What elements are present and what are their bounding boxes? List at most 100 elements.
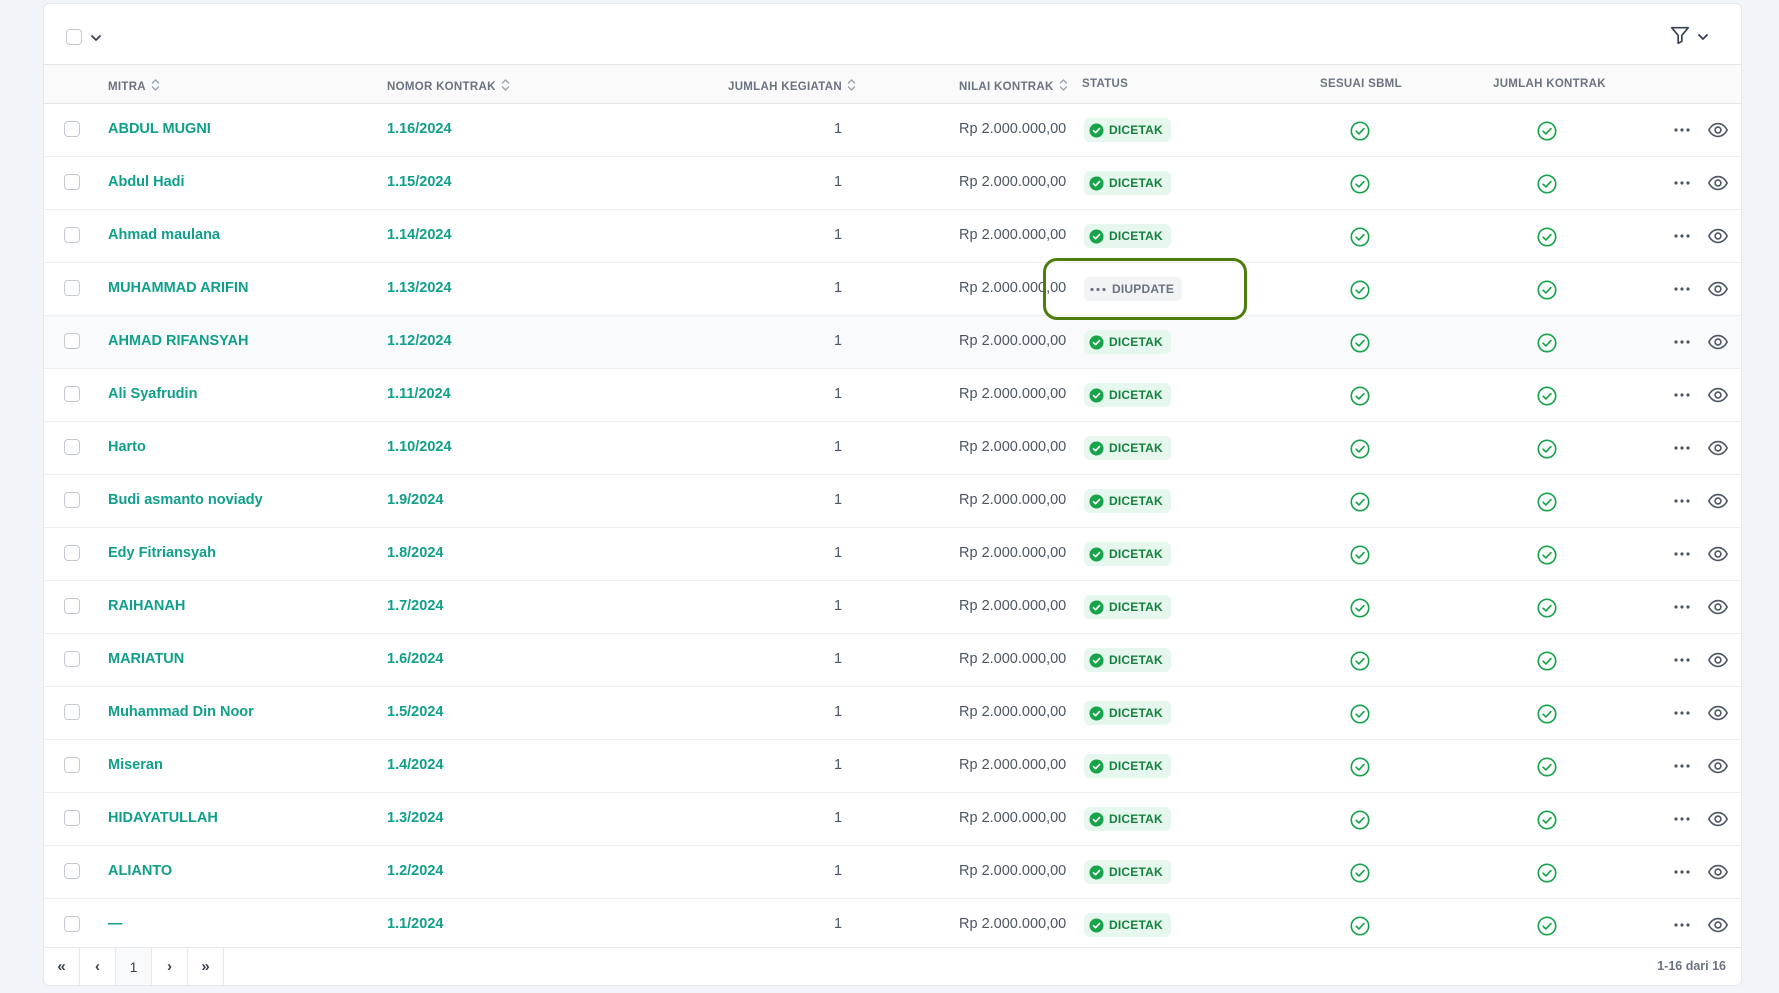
nomor-kontrak-link[interactable]: 1.7/2024	[387, 598, 443, 614]
row-checkbox[interactable]	[64, 227, 80, 243]
more-horizontal-icon[interactable]	[1673, 545, 1691, 567]
mitra-link[interactable]: HIDAYATULLAH	[108, 810, 218, 826]
table-row[interactable]: Miseran 1.4/2024 1 Rp 2.000.000,00 DICETAK	[44, 740, 1741, 793]
mitra-link[interactable]: Edy Fitriansyah	[108, 545, 216, 561]
table-row[interactable]: Budi asmanto noviady 1.9/2024 1 Rp 2.000.00…	[44, 475, 1741, 528]
more-horizontal-icon[interactable]	[1673, 598, 1691, 620]
more-horizontal-icon[interactable]	[1673, 492, 1691, 514]
nomor-kontrak-link[interactable]: 1.1/2024	[387, 916, 443, 932]
more-horizontal-icon[interactable]	[1673, 121, 1691, 143]
more-horizontal-icon[interactable]	[1673, 863, 1691, 885]
mitra-link[interactable]: Ali Syafrudin	[108, 386, 197, 402]
more-horizontal-icon[interactable]	[1673, 174, 1691, 196]
table-row[interactable]: Ahmad maulana 1.14/2024 1 Rp 2.000.000,00 DI…	[44, 210, 1741, 263]
mitra-link[interactable]: ABDUL MUGNI	[108, 121, 211, 137]
nomor-kontrak-link[interactable]: 1.4/2024	[387, 757, 443, 773]
row-checkbox[interactable]	[64, 704, 80, 720]
row-checkbox[interactable]	[64, 545, 80, 561]
row-checkbox[interactable]	[64, 280, 80, 296]
table-row[interactable]: Ali Syafrudin 1.11/2024 1 Rp 2.000.000,00 DI…	[44, 369, 1741, 422]
nomor-kontrak-link[interactable]: 1.13/2024	[387, 280, 452, 296]
eye-icon[interactable]	[1707, 278, 1729, 304]
row-checkbox[interactable]	[64, 174, 80, 190]
eye-icon[interactable]	[1707, 331, 1729, 357]
nomor-kontrak-link[interactable]: 1.12/2024	[387, 333, 452, 349]
eye-icon[interactable]	[1707, 437, 1729, 463]
eye-icon[interactable]	[1707, 861, 1729, 887]
row-checkbox[interactable]	[64, 492, 80, 508]
nomor-kontrak-link[interactable]: 1.5/2024	[387, 704, 443, 720]
column-header-nomor-kontrak[interactable]: NOMOR KONTRAK	[387, 78, 510, 95]
more-horizontal-icon[interactable]	[1673, 227, 1691, 249]
page-number-button[interactable]: 1	[116, 948, 152, 985]
mitra-link[interactable]: —	[108, 916, 123, 932]
eye-icon[interactable]	[1707, 808, 1729, 834]
eye-icon[interactable]	[1707, 755, 1729, 781]
row-checkbox[interactable]	[64, 386, 80, 402]
column-header-nilai-kontrak[interactable]: NILAI KONTRAK	[959, 78, 1068, 95]
nomor-kontrak-link[interactable]: 1.3/2024	[387, 810, 443, 826]
row-checkbox[interactable]	[64, 439, 80, 455]
next-page-button[interactable]: ›	[152, 948, 188, 985]
eye-icon[interactable]	[1707, 649, 1729, 675]
table-row[interactable]: MUHAMMAD ARIFIN 1.13/2024 1 Rp 2.000.000,00…	[44, 263, 1741, 316]
nomor-kontrak-link[interactable]: 1.2/2024	[387, 863, 443, 879]
eye-icon[interactable]	[1707, 225, 1729, 251]
mitra-link[interactable]: MARIATUN	[108, 651, 184, 667]
nomor-kontrak-link[interactable]: 1.6/2024	[387, 651, 443, 667]
nomor-kontrak-link[interactable]: 1.16/2024	[387, 121, 452, 137]
table-row[interactable]: RAIHANAH 1.7/2024 1 Rp 2.000.000,00 DICETAK	[44, 581, 1741, 634]
nomor-kontrak-link[interactable]: 1.8/2024	[387, 545, 443, 561]
more-horizontal-icon[interactable]	[1673, 916, 1691, 938]
eye-icon[interactable]	[1707, 596, 1729, 622]
more-horizontal-icon[interactable]	[1673, 280, 1691, 302]
select-all-checkbox[interactable]	[66, 29, 82, 45]
eye-icon[interactable]	[1707, 702, 1729, 728]
row-checkbox[interactable]	[64, 598, 80, 614]
last-page-button[interactable]: »	[188, 948, 224, 985]
column-header-jumlah-kegiatan[interactable]: JUMLAH KEGIATAN	[728, 78, 856, 95]
mitra-link[interactable]: AHMAD RIFANSYAH	[108, 333, 248, 349]
eye-icon[interactable]	[1707, 490, 1729, 516]
column-header-mitra[interactable]: MITRA	[108, 78, 160, 95]
mitra-link[interactable]: MUHAMMAD ARIFIN	[108, 280, 248, 296]
filter-button[interactable]	[1669, 24, 1709, 51]
more-horizontal-icon[interactable]	[1673, 757, 1691, 779]
more-horizontal-icon[interactable]	[1673, 704, 1691, 726]
mitra-link[interactable]: Muhammad Din Noor	[108, 704, 254, 720]
row-checkbox[interactable]	[64, 810, 80, 826]
table-row[interactable]: Edy Fitriansyah 1.8/2024 1 Rp 2.000.000,00 D…	[44, 528, 1741, 581]
mitra-link[interactable]: RAIHANAH	[108, 598, 185, 614]
more-horizontal-icon[interactable]	[1673, 386, 1691, 408]
mitra-link[interactable]: ALIANTO	[108, 863, 172, 879]
table-row[interactable]: AHMAD RIFANSYAH 1.12/2024 1 Rp 2.000.000,00…	[44, 316, 1741, 369]
table-row[interactable]: Harto 1.10/2024 1 Rp 2.000.000,00 DICETAK	[44, 422, 1741, 475]
eye-icon[interactable]	[1707, 119, 1729, 145]
nomor-kontrak-link[interactable]: 1.14/2024	[387, 227, 452, 243]
mitra-link[interactable]: Budi asmanto noviady	[108, 492, 263, 508]
mitra-link[interactable]: Ahmad maulana	[108, 227, 220, 243]
eye-icon[interactable]	[1707, 543, 1729, 569]
nomor-kontrak-link[interactable]: 1.11/2024	[387, 386, 451, 402]
mitra-link[interactable]: Harto	[108, 439, 146, 455]
mitra-link[interactable]: Abdul Hadi	[108, 174, 185, 190]
nomor-kontrak-link[interactable]: 1.15/2024	[387, 174, 452, 190]
row-checkbox[interactable]	[64, 651, 80, 667]
more-horizontal-icon[interactable]	[1673, 651, 1691, 673]
more-horizontal-icon[interactable]	[1673, 333, 1691, 355]
eye-icon[interactable]	[1707, 914, 1729, 940]
table-row[interactable]: — 1.1/2024 1 Rp 2.000.000,00 DICETAK	[44, 899, 1741, 952]
row-checkbox[interactable]	[64, 333, 80, 349]
prev-page-button[interactable]: ‹	[80, 948, 116, 985]
table-row[interactable]: ALIANTO 1.2/2024 1 Rp 2.000.000,00 DICETAK	[44, 846, 1741, 899]
first-page-button[interactable]: «	[44, 948, 80, 985]
table-row[interactable]: Muhammad Din Noor 1.5/2024 1 Rp 2.000.000,0…	[44, 687, 1741, 740]
eye-icon[interactable]	[1707, 384, 1729, 410]
table-row[interactable]: MARIATUN 1.6/2024 1 Rp 2.000.000,00 DICETAK	[44, 634, 1741, 687]
row-checkbox[interactable]	[64, 863, 80, 879]
row-checkbox[interactable]	[64, 916, 80, 932]
table-row[interactable]: HIDAYATULLAH 1.3/2024 1 Rp 2.000.000,00 DICE…	[44, 793, 1741, 846]
mitra-link[interactable]: Miseran	[108, 757, 163, 773]
table-row[interactable]: ABDUL MUGNI 1.16/2024 1 Rp 2.000.000,00 DICE…	[44, 104, 1741, 157]
eye-icon[interactable]	[1707, 172, 1729, 198]
